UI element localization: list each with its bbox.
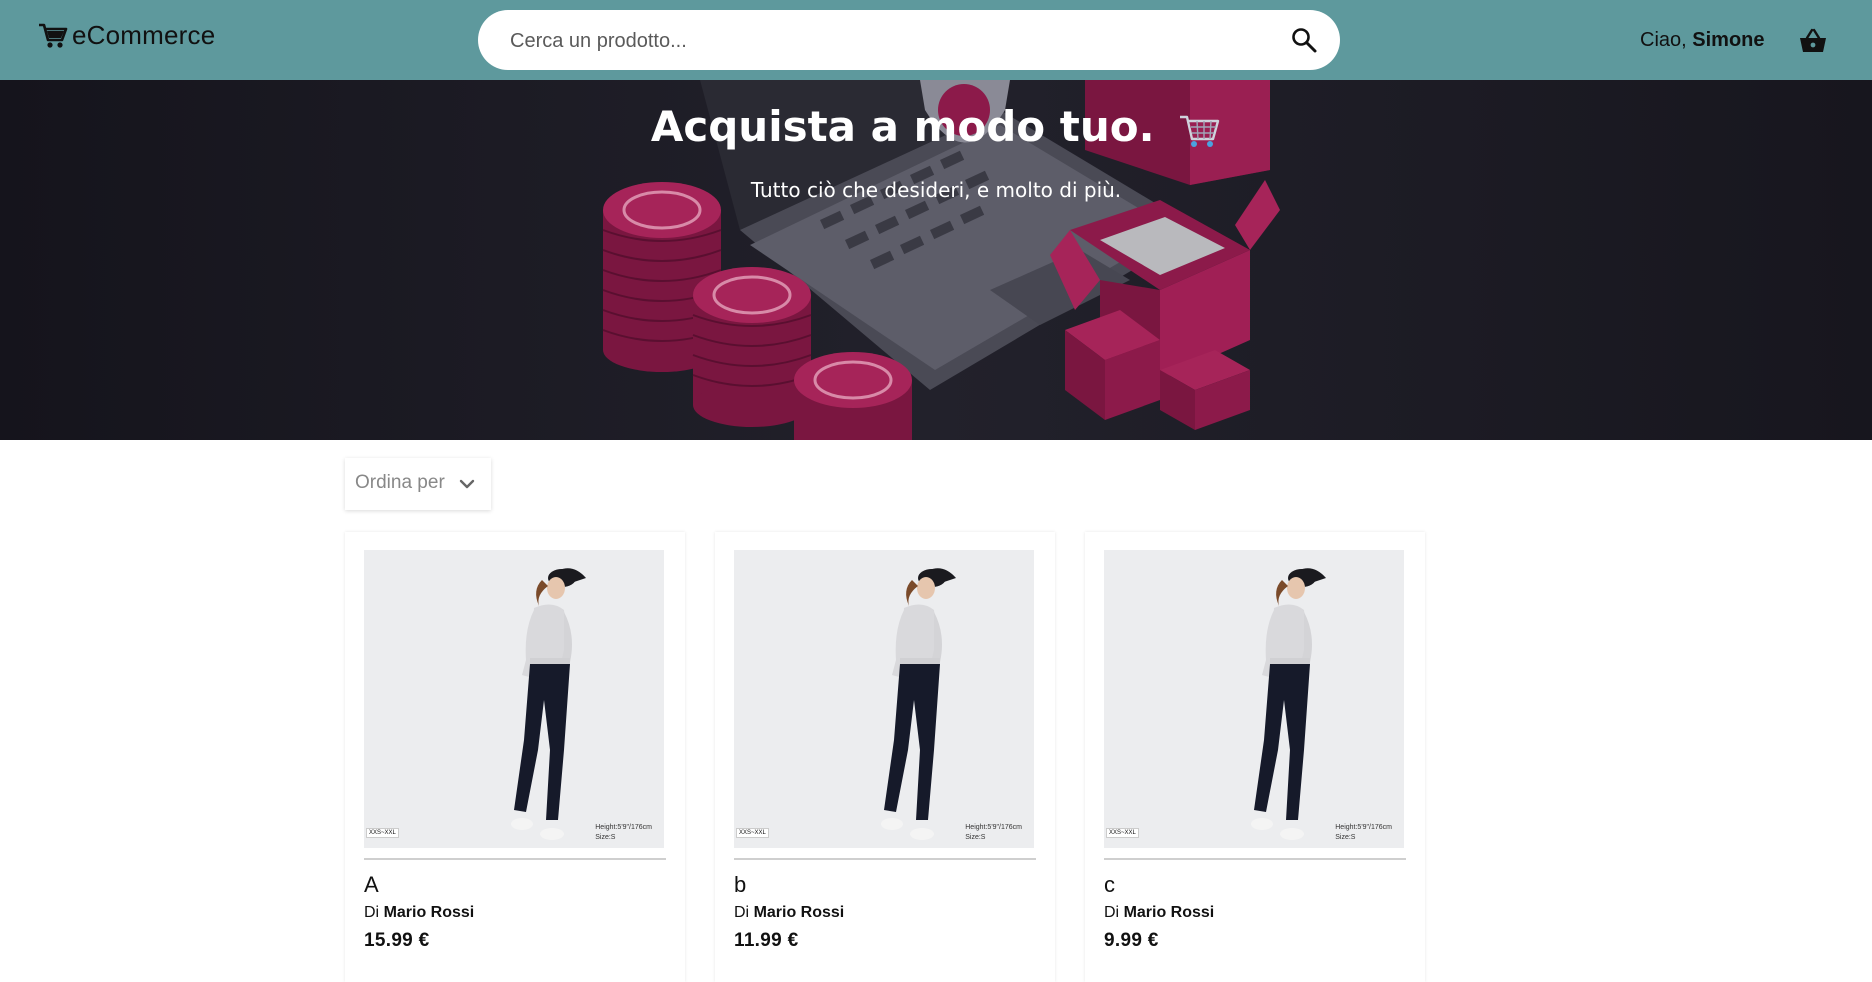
model-size: Size:S — [1335, 834, 1356, 841]
seller-name: Mario Rossi — [383, 904, 475, 921]
hero-title-text: Acquista a modo tuo. — [650, 102, 1155, 151]
user-name: Simone — [1692, 29, 1765, 51]
search-icon[interactable] — [1290, 26, 1318, 54]
model-height: Height:5'9"/176cm — [1335, 824, 1392, 831]
product-name[interactable]: c — [1104, 872, 1115, 898]
model-info: Height:5'9"/176cm Size:S — [1335, 823, 1392, 843]
product-photo — [734, 550, 1034, 848]
card-divider — [1104, 858, 1406, 860]
product-price: 11.99 € — [734, 930, 799, 951]
product-name[interactable]: A — [364, 872, 379, 898]
product-card[interactable]: XXS~XXL Height:5'9"/176cm Size:S c Di Ma… — [1085, 532, 1425, 982]
size-range-tag: XXS~XXL — [1106, 828, 1139, 838]
product-price: 15.99 € — [364, 930, 430, 951]
card-divider — [734, 858, 1036, 860]
hero-subtitle: Tutto ciò che desideri, e molto di più. — [750, 178, 1122, 202]
model-size: Size:S — [965, 834, 986, 841]
size-range-tag: XXS~XXL — [366, 828, 399, 838]
product-price: 9.99 € — [1104, 930, 1159, 951]
product-seller: Di Mario Rossi — [364, 904, 474, 922]
product-photo — [1104, 550, 1404, 848]
card-divider — [364, 858, 666, 860]
sort-dropdown[interactable]: Ordina per — [345, 458, 491, 510]
product-card[interactable]: XXS~XXL Height:5'9"/176cm Size:S A Di Ma… — [345, 532, 685, 982]
model-size: Size:S — [595, 834, 616, 841]
product-image[interactable]: XXS~XXL Height:5'9"/176cm Size:S — [1104, 550, 1404, 848]
shopping-cart-icon — [39, 23, 68, 48]
product-name[interactable]: b — [734, 872, 746, 898]
seller-name: Mario Rossi — [753, 904, 845, 921]
hero-banner: Acquista a modo tuo. Tutto ciò che desid… — [0, 80, 1872, 440]
model-height: Height:5'9"/176cm — [965, 824, 1022, 831]
chevron-down-icon — [459, 479, 475, 489]
product-card[interactable]: XXS~XXL Height:5'9"/176cm Size:S b Di Ma… — [715, 532, 1055, 982]
seller-name: Mario Rossi — [1123, 904, 1215, 921]
logo-text: eCommerce — [72, 20, 216, 50]
shopping-cart-emoji-icon — [1180, 115, 1220, 147]
seller-prefix: Di — [734, 904, 750, 921]
product-image[interactable]: XXS~XXL Height:5'9"/176cm Size:S — [364, 550, 664, 848]
seller-prefix: Di — [1104, 904, 1120, 921]
product-image[interactable]: XXS~XXL Height:5'9"/176cm Size:S — [734, 550, 1034, 848]
top-navbar: eCommerce Ciao, Simone — [0, 0, 1872, 80]
seller-prefix: Di — [364, 904, 380, 921]
greeting-prefix: Ciao, — [1640, 29, 1687, 51]
product-seller: Di Mario Rossi — [1104, 904, 1214, 922]
basket-icon[interactable] — [1798, 26, 1828, 56]
user-greeting[interactable]: Ciao, Simone — [1640, 29, 1765, 52]
model-info: Height:5'9"/176cm Size:S — [965, 823, 1022, 843]
sort-label: Ordina per — [355, 472, 445, 493]
logo-link[interactable]: eCommerce — [38, 20, 215, 51]
search-bar — [478, 10, 1340, 72]
product-seller: Di Mario Rossi — [734, 904, 844, 922]
hero-title: Acquista a modo tuo. — [0, 102, 1872, 151]
size-range-tag: XXS~XXL — [736, 828, 769, 838]
model-info: Height:5'9"/176cm Size:S — [595, 823, 652, 843]
product-photo — [364, 550, 664, 848]
model-height: Height:5'9"/176cm — [595, 824, 652, 831]
search-input[interactable] — [508, 10, 1252, 72]
